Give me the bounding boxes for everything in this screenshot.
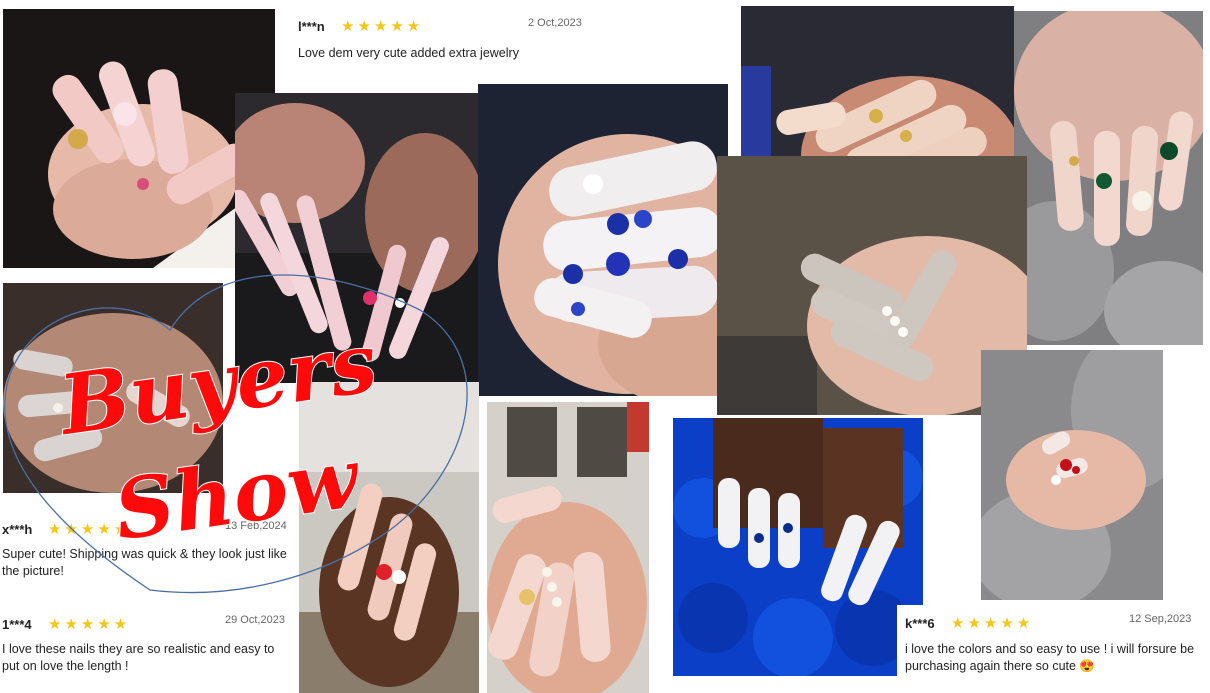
review-user: x***h (2, 522, 33, 537)
review-text: Super cute! Shipping was quick & they lo… (2, 547, 287, 578)
nail-photo-pearl-swirl (487, 402, 649, 693)
nail-photo-red-gem-short (981, 350, 1163, 600)
review-user: 1***4 (2, 617, 32, 632)
review-date: 2 Oct,2023 (528, 17, 582, 29)
review-card-2: x***h ★★★★★ 13 Feb,2024 Super cute! Ship… (0, 508, 298, 598)
review-card-1: l***n ★★★★★ 2 Oct,2023 Love dem very cut… (278, 5, 600, 77)
review-user: k***6 (905, 616, 935, 631)
review-text: i love the colors and so easy to use ! i… (905, 642, 1195, 673)
nail-photo-blue-rhinestone (478, 84, 728, 396)
rating-stars: ★★★★★ (48, 521, 131, 538)
rating-stars: ★★★★★ (48, 616, 131, 633)
nail-photo-blue-roses (673, 418, 923, 676)
review-date: 29 Oct,2023 (225, 614, 285, 626)
rating-stars: ★★★★★ (951, 615, 1034, 632)
nail-photo-long-pink-charms (235, 93, 478, 383)
review-text: I love these nails they are so realistic… (2, 642, 275, 673)
rating-stars: ★★★★★ (341, 18, 424, 35)
nail-photo-heart-butterfly (299, 382, 479, 693)
review-text: Love dem very cute added extra jewelry (298, 46, 519, 60)
nail-photo-dark-hand-charms (3, 283, 223, 493)
nail-photo-emerald-gems (1014, 11, 1203, 345)
review-card-4: k***6 ★★★★★ 12 Sep,2023 i love the color… (897, 605, 1203, 693)
review-card-3: 1***4 ★★★★★ 29 Oct,2023 I love these nai… (0, 598, 298, 693)
review-user: l***n (298, 19, 325, 34)
review-date: 13 Feb,2024 (225, 520, 287, 532)
review-date: 12 Sep,2023 (1129, 613, 1192, 625)
